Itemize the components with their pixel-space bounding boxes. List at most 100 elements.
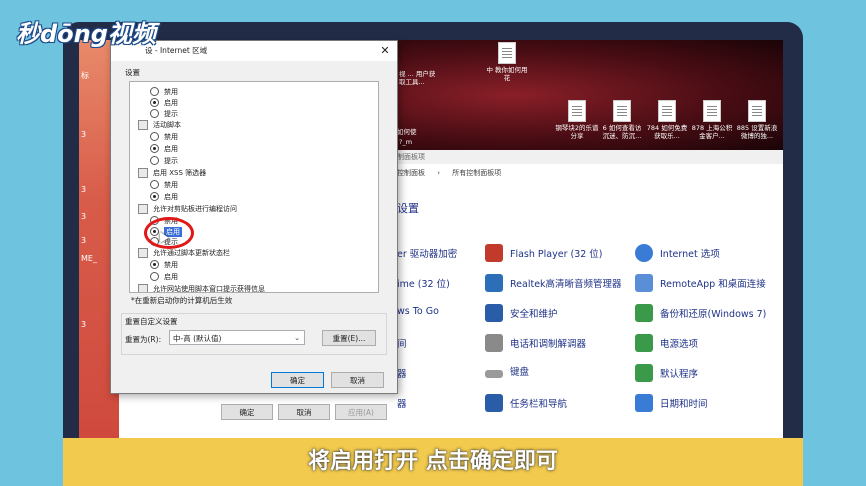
group-label: 活动脚本 — [153, 120, 181, 129]
desktop-file-icon[interactable]: 885 设置新浪微博的独... — [735, 100, 779, 140]
desktop-file-label: 钢琴块2的乐谱分享 — [555, 124, 599, 140]
radio-option[interactable]: 禁用 — [150, 259, 178, 270]
cp-item[interactable]: Internet 选项 — [635, 244, 720, 262]
desktop-label: 标 — [81, 71, 89, 80]
document-icon — [658, 100, 676, 122]
cp-item-label: 器 — [397, 369, 407, 380]
page-title: 设置 — [397, 202, 419, 215]
settings-group: 允许通过脚本更新状态栏 — [138, 247, 230, 258]
group-label: 允许通过脚本更新状态栏 — [153, 248, 230, 257]
desktop-label: 3 — [81, 236, 87, 245]
radio-option[interactable]: 提示 — [150, 155, 178, 166]
reset-level-select[interactable]: 中-高 (默认值) ⌄ — [169, 330, 305, 345]
radio-button[interactable] — [150, 260, 159, 269]
breadcrumb-item[interactable]: 控制面板 — [397, 169, 425, 177]
radio-button[interactable] — [150, 132, 159, 141]
settings-gear-icon — [138, 167, 148, 178]
restart-note: *在重新启动你的计算机后生效 — [131, 296, 233, 305]
cp-item-label: 电话和调制解调器 — [510, 339, 587, 350]
cp-item[interactable]: 器 — [397, 366, 407, 380]
radio-button[interactable] — [150, 109, 159, 118]
settings-group: 启用 XSS 筛选器 — [138, 167, 206, 178]
cp-item[interactable]: 安全和维护 — [485, 304, 558, 322]
cp-item[interactable]: 日期和时间 — [635, 394, 708, 412]
chevron-down-icon: ⌄ — [294, 334, 300, 342]
settings-label: 设置 — [125, 68, 140, 77]
radio-button[interactable] — [150, 156, 159, 165]
settings-tree: 禁用 启用 提示 活动脚本 禁用 启用 提示 启用 XSS 筛选器 禁用 启用 … — [129, 81, 379, 293]
radio-button[interactable] — [150, 180, 159, 189]
back-apply-button[interactable]: 应用(A) — [335, 404, 387, 420]
desktop-file-label: 878 上海公积金客户... — [691, 124, 733, 140]
cp-item[interactable]: er 驱动器加密 — [397, 246, 457, 260]
cp-item[interactable]: 备份和还原(Windows 7) — [635, 304, 766, 322]
back-ok-button[interactable]: 确定 — [221, 404, 273, 420]
radio-label: 启用 — [164, 98, 178, 107]
cp-item[interactable]: 默认程序 — [635, 364, 698, 382]
radio-button[interactable] — [150, 87, 159, 96]
back-cancel-button[interactable]: 取消 — [278, 404, 330, 420]
cp-item-label: 备份和还原(Windows 7) — [660, 309, 767, 320]
reset-group-label: 重置自定义设置 — [125, 316, 178, 327]
radio-button[interactable] — [150, 272, 159, 281]
cp-item[interactable]: ime (32 位) — [397, 276, 450, 290]
desktop-file-icon[interactable]: 6 如何查看访沉迷、防沉... — [600, 100, 644, 140]
desktop-file-icon[interactable]: 784 如何免费获取乐... — [645, 100, 689, 140]
cp-item[interactable]: ws To Go — [397, 306, 439, 317]
tree-scrollbar[interactable]: ▲ ▼ — [378, 82, 379, 292]
security-flag-icon — [485, 304, 503, 322]
cp-item[interactable]: 电源选项 — [635, 334, 698, 352]
radio-option[interactable]: 禁用 — [150, 179, 178, 190]
radio-label: 禁用 — [164, 180, 178, 189]
radio-option[interactable]: 启用 — [150, 271, 178, 282]
reset-button[interactable]: 重置(E)... — [322, 330, 376, 346]
cp-item[interactable]: RemoteApp 和桌面连接 — [635, 274, 766, 292]
document-icon — [498, 42, 516, 64]
radio-option[interactable]: 禁用 — [150, 86, 178, 97]
desktop-file-icon[interactable]: 钢琴块2的乐谱分享 — [555, 100, 599, 140]
radio-option[interactable]: 启用 — [150, 191, 178, 202]
cp-item[interactable]: 器 — [397, 396, 407, 410]
radio-option[interactable]: 启用 — [150, 97, 178, 108]
breadcrumb-separator: › — [437, 169, 441, 177]
group-label: 允许网站使用脚本窗口提示获得信息 — [153, 284, 265, 293]
remoteapp-icon — [635, 274, 653, 292]
phone-modem-icon — [485, 334, 503, 352]
settings-gear-icon — [138, 283, 148, 292]
desktop-label: 3 — [81, 320, 87, 329]
desktop-file-label: 885 设置新浪微博的独... — [736, 124, 778, 140]
radio-button[interactable] — [150, 192, 159, 201]
cancel-button[interactable]: 取消 — [331, 372, 384, 388]
close-icon[interactable]: ✕ — [377, 41, 393, 61]
cp-item-label: 日期和时间 — [660, 399, 708, 410]
cp-item-label: 键盘 — [510, 367, 530, 378]
annotation-circle — [144, 217, 194, 249]
cp-item[interactable]: 键盘 — [485, 364, 529, 378]
radio-label: 启用 — [164, 192, 178, 201]
cp-item-label: er 驱动器加密 — [397, 249, 458, 260]
radio-label: 提示 — [164, 109, 178, 118]
settings-group: 允许对剪贴板进行编程访问 — [138, 203, 237, 214]
flash-icon — [485, 244, 503, 262]
desktop-file-icon[interactable]: 中 教你如何用花 — [485, 42, 529, 82]
radio-option[interactable]: 提示 — [150, 108, 178, 119]
desktop-partial-label: ?_m — [399, 138, 413, 146]
control-panel-titlebar: 制面板项 — [397, 150, 783, 164]
desktop-file-icon[interactable]: 878 上海公积金客户... — [690, 100, 734, 140]
ok-button[interactable]: 确定 — [271, 372, 324, 388]
cp-item[interactable]: Realtek高清晰音频管理器 — [485, 274, 622, 292]
radio-button[interactable] — [150, 144, 159, 153]
audio-manager-icon — [485, 274, 503, 292]
reset-level-value: 中-高 (默认值) — [173, 334, 222, 343]
cp-item[interactable]: 任务栏和导航 — [485, 394, 567, 412]
radio-option[interactable]: 启用 — [150, 143, 178, 154]
breadcrumb-item[interactable]: 所有控制面板项 — [452, 169, 501, 177]
cp-item[interactable]: 间 — [397, 336, 407, 350]
cp-item[interactable]: Flash Player (32 位) — [485, 244, 603, 262]
group-label: 启用 XSS 筛选器 — [153, 168, 207, 177]
desktop-file-label: 784 如何免费获取乐... — [646, 124, 688, 140]
cp-item[interactable]: 电话和调制解调器 — [485, 334, 586, 352]
document-icon — [568, 100, 586, 122]
radio-button[interactable] — [150, 98, 159, 107]
radio-option[interactable]: 禁用 — [150, 131, 178, 142]
